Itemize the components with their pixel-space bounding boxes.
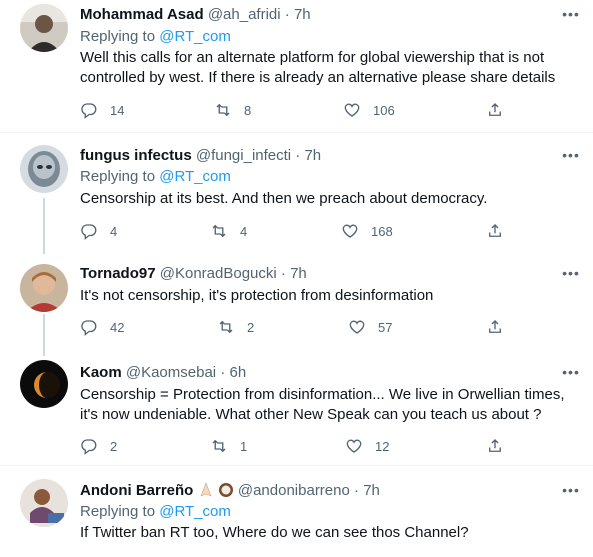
mention-link[interactable]: @RT_com xyxy=(159,503,231,520)
display-name[interactable]: Tornado97 xyxy=(80,265,156,282)
user-handle[interactable]: @KonradBogucki xyxy=(160,265,277,282)
heart-icon xyxy=(342,224,358,238)
retweet-icon xyxy=(212,224,226,238)
share-button[interactable] xyxy=(486,437,504,455)
reply-count: 42 xyxy=(110,319,125,335)
replying-to: Replying to @RT_com xyxy=(80,167,231,187)
coconut-icon xyxy=(218,483,233,497)
share-button[interactable] xyxy=(486,222,504,240)
reply-icon xyxy=(81,224,97,240)
share-button[interactable] xyxy=(486,101,504,119)
mention-link[interactable]: @RT_com xyxy=(159,28,231,45)
separator-dot: · xyxy=(220,364,226,381)
share-icon xyxy=(489,103,501,116)
like-button[interactable]: 57 xyxy=(348,318,392,336)
retweet-count: 2 xyxy=(247,319,255,335)
user-handle[interactable]: @ah_afridi xyxy=(208,6,281,23)
share-icon xyxy=(489,439,501,452)
reply-button[interactable]: 14 xyxy=(80,101,124,119)
reply-icon xyxy=(81,103,97,119)
replying-to-label: Replying to xyxy=(80,28,156,45)
retweet-count: 4 xyxy=(240,223,248,239)
timestamp[interactable]: 7h xyxy=(294,6,311,23)
separator-dot: · xyxy=(295,147,301,164)
like-button[interactable]: 168 xyxy=(341,222,393,240)
timestamp[interactable]: 6h xyxy=(229,364,246,381)
retweet-button[interactable]: 2 xyxy=(217,318,254,336)
tweet[interactable]: Kaom @Kaomsebai · 6h ••• Censorship = Pr… xyxy=(0,355,593,465)
tweet[interactable]: Andoni Barreño @andonibarreno · 7h ••• R… xyxy=(0,466,593,557)
more-options-icon[interactable]: ••• xyxy=(561,483,581,504)
user-handle[interactable]: @andonibarreno xyxy=(238,482,350,499)
retweet-count: 8 xyxy=(244,102,252,118)
reply-count: 4 xyxy=(110,223,118,239)
reply-count: 14 xyxy=(110,102,125,118)
like-count: 57 xyxy=(378,319,393,335)
more-options-icon[interactable]: ••• xyxy=(561,266,581,287)
reply-button[interactable]: 2 xyxy=(80,437,117,455)
display-name[interactable]: Andoni Barreño xyxy=(80,482,193,499)
retweet-button[interactable]: 8 xyxy=(214,101,251,119)
more-options-icon[interactable]: ••• xyxy=(561,365,581,386)
share-icon xyxy=(489,224,501,237)
tweet[interactable]: Mohammad Asad @ah_afridi · 7h ••• Replyi… xyxy=(0,0,593,132)
separator-dot: · xyxy=(284,6,290,23)
retweet-icon xyxy=(216,103,230,117)
replying-to-label: Replying to xyxy=(80,503,156,520)
more-options-icon[interactable]: ••• xyxy=(561,148,581,169)
like-count: 12 xyxy=(375,438,390,454)
retweet-count: 1 xyxy=(240,438,248,454)
tweet-text: If Twitter ban RT too, Where do we can s… xyxy=(80,524,469,541)
mention-link[interactable]: @RT_com xyxy=(159,168,231,185)
tweet[interactable]: fungus infectus @fungi_infecti · 7h ••• … xyxy=(0,133,593,255)
display-name[interactable]: Mohammad Asad xyxy=(80,6,204,23)
like-button[interactable]: 12 xyxy=(345,437,389,455)
avatar[interactable] xyxy=(20,4,68,52)
tweet-text: It's not censorship, it's protection fro… xyxy=(80,287,434,304)
like-count: 106 xyxy=(373,102,395,118)
timestamp[interactable]: 7h xyxy=(363,482,380,499)
praying-hands-icon xyxy=(199,482,212,497)
retweet-button[interactable]: 4 xyxy=(210,222,247,240)
more-options-icon[interactable]: ••• xyxy=(561,7,581,28)
user-handle[interactable]: @fungi_infecti xyxy=(196,147,291,164)
tweet[interactable]: Tornado97 @KonradBogucki · 7h ••• It's n… xyxy=(0,255,593,355)
avatar[interactable] xyxy=(20,145,68,193)
like-button[interactable]: 106 xyxy=(343,101,395,119)
user-handle[interactable]: @Kaomsebai xyxy=(126,364,216,381)
tweet-text: Well this calls for an alternate platfor… xyxy=(80,49,556,86)
replying-to-label: Replying to xyxy=(80,168,156,185)
heart-icon xyxy=(346,439,362,453)
tweet-text: Censorship at its best. And then we prea… xyxy=(80,190,488,207)
share-icon xyxy=(489,320,501,333)
retweet-button[interactable]: 1 xyxy=(210,437,247,455)
display-name[interactable]: Kaom xyxy=(80,364,122,381)
separator-dot: · xyxy=(280,265,286,282)
separator-dot: · xyxy=(354,482,360,499)
reply-button[interactable]: 42 xyxy=(80,318,124,336)
tweet-text: Censorship = Protection from disinformat… xyxy=(80,386,565,423)
timestamp[interactable]: 7h xyxy=(304,147,321,164)
timestamp[interactable]: 7h xyxy=(290,265,307,282)
replying-to: Replying to @RT_com xyxy=(80,502,231,522)
avatar[interactable] xyxy=(20,264,68,312)
retweet-icon xyxy=(212,439,226,453)
reply-count: 2 xyxy=(110,438,118,454)
replying-to: Replying to @RT_com xyxy=(80,27,231,47)
avatar[interactable] xyxy=(20,360,68,408)
heart-icon xyxy=(344,103,360,117)
avatar[interactable] xyxy=(20,479,68,527)
reply-icon xyxy=(81,320,97,336)
reply-icon xyxy=(81,439,97,455)
retweet-icon xyxy=(219,320,233,334)
reply-button[interactable]: 4 xyxy=(80,222,117,240)
display-name[interactable]: fungus infectus xyxy=(80,147,192,164)
like-count: 168 xyxy=(371,223,393,239)
heart-icon xyxy=(349,320,365,334)
share-button[interactable] xyxy=(486,318,504,336)
